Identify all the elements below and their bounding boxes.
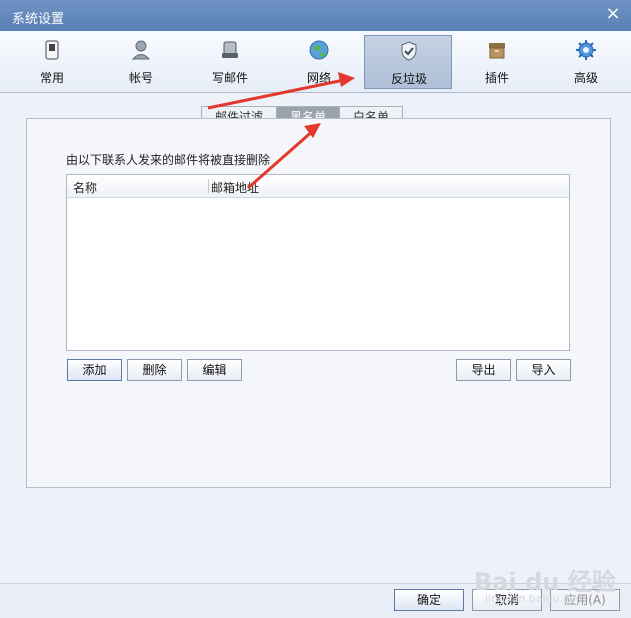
shield-icon <box>401 41 417 61</box>
gear-icon <box>576 40 596 60</box>
user-icon <box>131 40 151 60</box>
toolbar-label-compose: 写邮件 <box>211 71 248 85</box>
window-title: 系统设置 <box>12 12 65 27</box>
column-divider <box>208 179 209 193</box>
phone-icon <box>45 40 59 60</box>
toolbar-label-general: 常用 <box>39 71 64 85</box>
watermark-subtext: jingyan.baidu.com <box>485 592 587 605</box>
settings-window: 系统设置 × 常用 帐号 写邮件 网络 反垃圾 插件 高级 邮件过滤 黑名单 白… <box>0 0 631 618</box>
toolbar-label-network: 网络 <box>306 71 331 85</box>
settings-toolbar: 常用 帐号 写邮件 网络 反垃圾 插件 高级 <box>0 31 631 93</box>
toolbar-label-advanced: 高级 <box>573 71 598 85</box>
table-header: 名称 邮箱地址 <box>67 175 569 198</box>
toolbar-item-plugin[interactable]: 插件 <box>453 35 541 89</box>
blacklist-description: 由以下联系人发来的邮件将被直接删除 <box>66 153 271 167</box>
blacklist-table: 名称 邮箱地址 <box>66 174 570 351</box>
add-button[interactable]: 添加 <box>67 359 122 381</box>
import-button[interactable]: 导入 <box>516 359 571 381</box>
toolbar-label-account: 帐号 <box>128 71 153 85</box>
delete-button[interactable]: 删除 <box>127 359 182 381</box>
column-email: 邮箱地址 <box>211 181 260 195</box>
globe-icon <box>309 40 329 60</box>
export-button[interactable]: 导出 <box>456 359 511 381</box>
toolbar-item-network[interactable]: 网络 <box>275 35 363 89</box>
toolbar-label-plugin: 插件 <box>484 71 509 85</box>
plugin-icon <box>489 43 505 59</box>
title-bar: 系统设置 × <box>0 0 631 31</box>
toolbar-item-account[interactable]: 帐号 <box>97 35 185 89</box>
compose-icon <box>222 41 238 58</box>
toolbar-item-advanced[interactable]: 高级 <box>542 35 630 89</box>
ok-button[interactable]: 确定 <box>394 589 464 611</box>
toolbar-label-anti-spam: 反垃圾 <box>390 72 427 86</box>
toolbar-item-general[interactable]: 常用 <box>8 35 96 89</box>
toolbar-item-anti-spam[interactable]: 反垃圾 <box>364 35 452 89</box>
column-name: 名称 <box>73 181 98 195</box>
close-button[interactable]: × <box>605 5 621 23</box>
toolbar-item-compose[interactable]: 写邮件 <box>186 35 274 89</box>
edit-button[interactable]: 编辑 <box>187 359 242 381</box>
